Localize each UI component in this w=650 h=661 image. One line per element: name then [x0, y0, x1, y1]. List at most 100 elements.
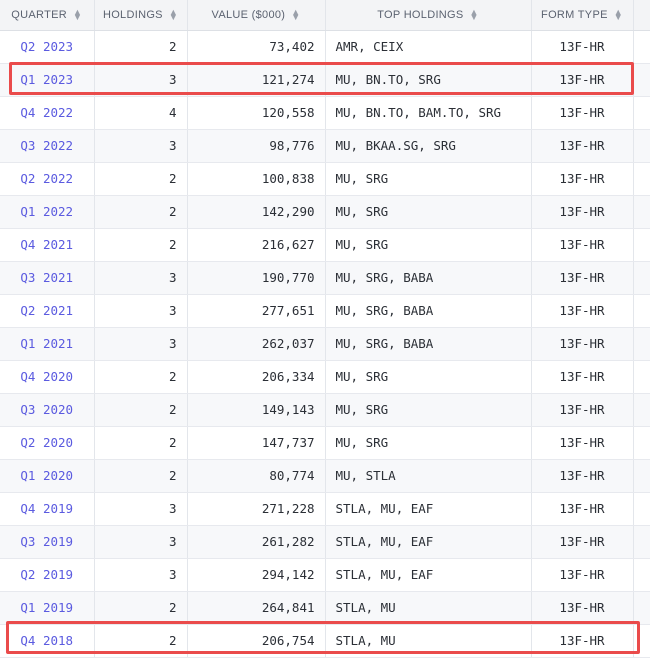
column-header-extra: [633, 0, 650, 31]
top-holdings: MU, SRG, BABA: [325, 294, 532, 328]
row-spacer: [633, 261, 650, 295]
table-row[interactable]: Q3 2019 3 261,282 STLA, MU, EAF 13F-HR: [0, 525, 650, 559]
column-header-top-holdings[interactable]: TOP HOLDINGS ▲ ▼: [325, 0, 532, 31]
top-holdings: MU, SRG: [325, 195, 532, 229]
row-spacer: [633, 63, 650, 97]
table-row[interactable]: Q2 2019 3 294,142 STLA, MU, EAF 13F-HR: [0, 558, 650, 592]
holdings-count: 2: [94, 360, 188, 394]
table-row[interactable]: Q4 2019 3 271,228 STLA, MU, EAF 13F-HR: [0, 492, 650, 526]
quarter-link[interactable]: Q3 2022: [0, 129, 95, 163]
column-header-form-type[interactable]: FORM TYPE ▲ ▼: [531, 0, 634, 31]
row-spacer: [633, 492, 650, 526]
holdings-count: 3: [94, 558, 188, 592]
holdings-count: 2: [94, 228, 188, 262]
row-spacer: [633, 591, 650, 625]
quarter-link[interactable]: Q3 2021: [0, 261, 95, 295]
top-holdings: MU, SRG, BABA: [325, 261, 532, 295]
top-holdings: MU, SRG: [325, 228, 532, 262]
table-row[interactable]: Q3 2022 3 98,776 MU, BKAA.SG, SRG 13F-HR: [0, 129, 650, 163]
holdings-value: 98,776: [187, 129, 326, 163]
sort-updown-icon[interactable]: ▲ ▼: [291, 7, 300, 21]
quarter-link[interactable]: Q4 2020: [0, 360, 95, 394]
sort-updown-icon[interactable]: ▲ ▼: [470, 7, 479, 21]
holdings-value: 149,143: [187, 393, 326, 427]
column-header-label: QUARTER: [11, 8, 67, 21]
table-row[interactable]: Q4 2018 2 206,754 STLA, MU 13F-HR: [0, 624, 650, 658]
form-type: 13F-HR: [531, 96, 634, 130]
row-spacer: [633, 624, 650, 658]
quarter-link[interactable]: Q1 2023: [0, 63, 95, 97]
table-row[interactable]: Q1 2022 2 142,290 MU, SRG 13F-HR: [0, 195, 650, 229]
quarter-link[interactable]: Q1 2022: [0, 195, 95, 229]
table-row[interactable]: Q1 2021 3 262,037 MU, SRG, BABA 13F-HR: [0, 327, 650, 361]
table-row[interactable]: Q1 2023 3 121,274 MU, BN.TO, SRG 13F-HR: [0, 63, 650, 97]
quarter-link[interactable]: Q2 2023: [0, 30, 95, 64]
holdings-count: 3: [94, 261, 188, 295]
holdings-count: 3: [94, 327, 188, 361]
table-row[interactable]: Q3 2020 2 149,143 MU, SRG 13F-HR: [0, 393, 650, 427]
holdings-value: 277,651: [187, 294, 326, 328]
row-spacer: [633, 294, 650, 328]
column-header-value[interactable]: VALUE ($000) ▲ ▼: [187, 0, 326, 31]
table-row[interactable]: Q4 2021 2 216,627 MU, SRG 13F-HR: [0, 228, 650, 262]
holdings-value: 294,142: [187, 558, 326, 592]
row-spacer: [633, 228, 650, 262]
form-type: 13F-HR: [531, 426, 634, 460]
quarter-link[interactable]: Q1 2021: [0, 327, 95, 361]
form-type: 13F-HR: [531, 459, 634, 493]
holdings-value: 206,754: [187, 624, 326, 658]
quarter-link[interactable]: Q2 2019: [0, 558, 95, 592]
table-row[interactable]: Q2 2020 2 147,737 MU, SRG 13F-HR: [0, 426, 650, 460]
form-type: 13F-HR: [531, 591, 634, 625]
quarter-link[interactable]: Q4 2018: [0, 624, 95, 658]
table-row[interactable]: Q2 2022 2 100,838 MU, SRG 13F-HR: [0, 162, 650, 196]
column-header-quarter[interactable]: QUARTER ▲ ▼: [0, 0, 95, 31]
quarter-link[interactable]: Q4 2021: [0, 228, 95, 262]
sort-updown-icon[interactable]: ▲ ▼: [614, 7, 623, 21]
table-row[interactable]: Q4 2022 4 120,558 MU, BN.TO, BAM.TO, SRG 13F…: [0, 96, 650, 130]
quarter-link[interactable]: Q3 2020: [0, 393, 95, 427]
top-holdings: MU, SRG: [325, 162, 532, 196]
row-spacer: [633, 327, 650, 361]
form-type: 13F-HR: [531, 228, 634, 262]
quarter-link[interactable]: Q2 2022: [0, 162, 95, 196]
form-type: 13F-HR: [531, 558, 634, 592]
quarter-link[interactable]: Q4 2022: [0, 96, 95, 130]
holdings-value: 261,282: [187, 525, 326, 559]
holdings-value: 190,770: [187, 261, 326, 295]
table-row[interactable]: Q4 2020 2 206,334 MU, SRG 13F-HR: [0, 360, 650, 394]
table-row[interactable]: Q2 2021 3 277,651 MU, SRG, BABA 13F-HR: [0, 294, 650, 328]
form-type: 13F-HR: [531, 63, 634, 97]
quarter-link[interactable]: Q1 2019: [0, 591, 95, 625]
holdings-count: 3: [94, 525, 188, 559]
sort-updown-icon[interactable]: ▲ ▼: [169, 7, 178, 21]
holdings-count: 2: [94, 426, 188, 460]
quarter-link[interactable]: Q2 2020: [0, 426, 95, 460]
holdings-count: 4: [94, 96, 188, 130]
form-type: 13F-HR: [531, 525, 634, 559]
holdings-count: 3: [94, 129, 188, 163]
quarter-link[interactable]: Q1 2020: [0, 459, 95, 493]
quarter-link[interactable]: Q3 2019: [0, 525, 95, 559]
holdings-value: 147,737: [187, 426, 326, 460]
holdings-count: 2: [94, 393, 188, 427]
table-body: Q2 2023 2 73,402 AMR, CEIX 13F-HR Q1 2023 3 121…: [0, 30, 650, 658]
table-row[interactable]: Q1 2020 2 80,774 MU, STLA 13F-HR: [0, 459, 650, 493]
table-row[interactable]: Q1 2019 2 264,841 STLA, MU 13F-HR: [0, 591, 650, 625]
row-spacer: [633, 459, 650, 493]
column-header-label: VALUE ($000): [211, 8, 286, 21]
form-type: 13F-HR: [531, 393, 634, 427]
row-spacer: [633, 525, 650, 559]
quarter-link[interactable]: Q4 2019: [0, 492, 95, 526]
form-type: 13F-HR: [531, 327, 634, 361]
table-row[interactable]: Q3 2021 3 190,770 MU, SRG, BABA 13F-HR: [0, 261, 650, 295]
holdings-count: 3: [94, 63, 188, 97]
row-spacer: [633, 360, 650, 394]
row-spacer: [633, 162, 650, 196]
table-row[interactable]: Q2 2023 2 73,402 AMR, CEIX 13F-HR: [0, 30, 650, 64]
column-header-holdings[interactable]: HOLDINGS ▲ ▼: [94, 0, 188, 31]
quarter-link[interactable]: Q2 2021: [0, 294, 95, 328]
top-holdings: MU, SRG: [325, 426, 532, 460]
holdings-value: 262,037: [187, 327, 326, 361]
sort-updown-icon[interactable]: ▲ ▼: [73, 7, 82, 21]
